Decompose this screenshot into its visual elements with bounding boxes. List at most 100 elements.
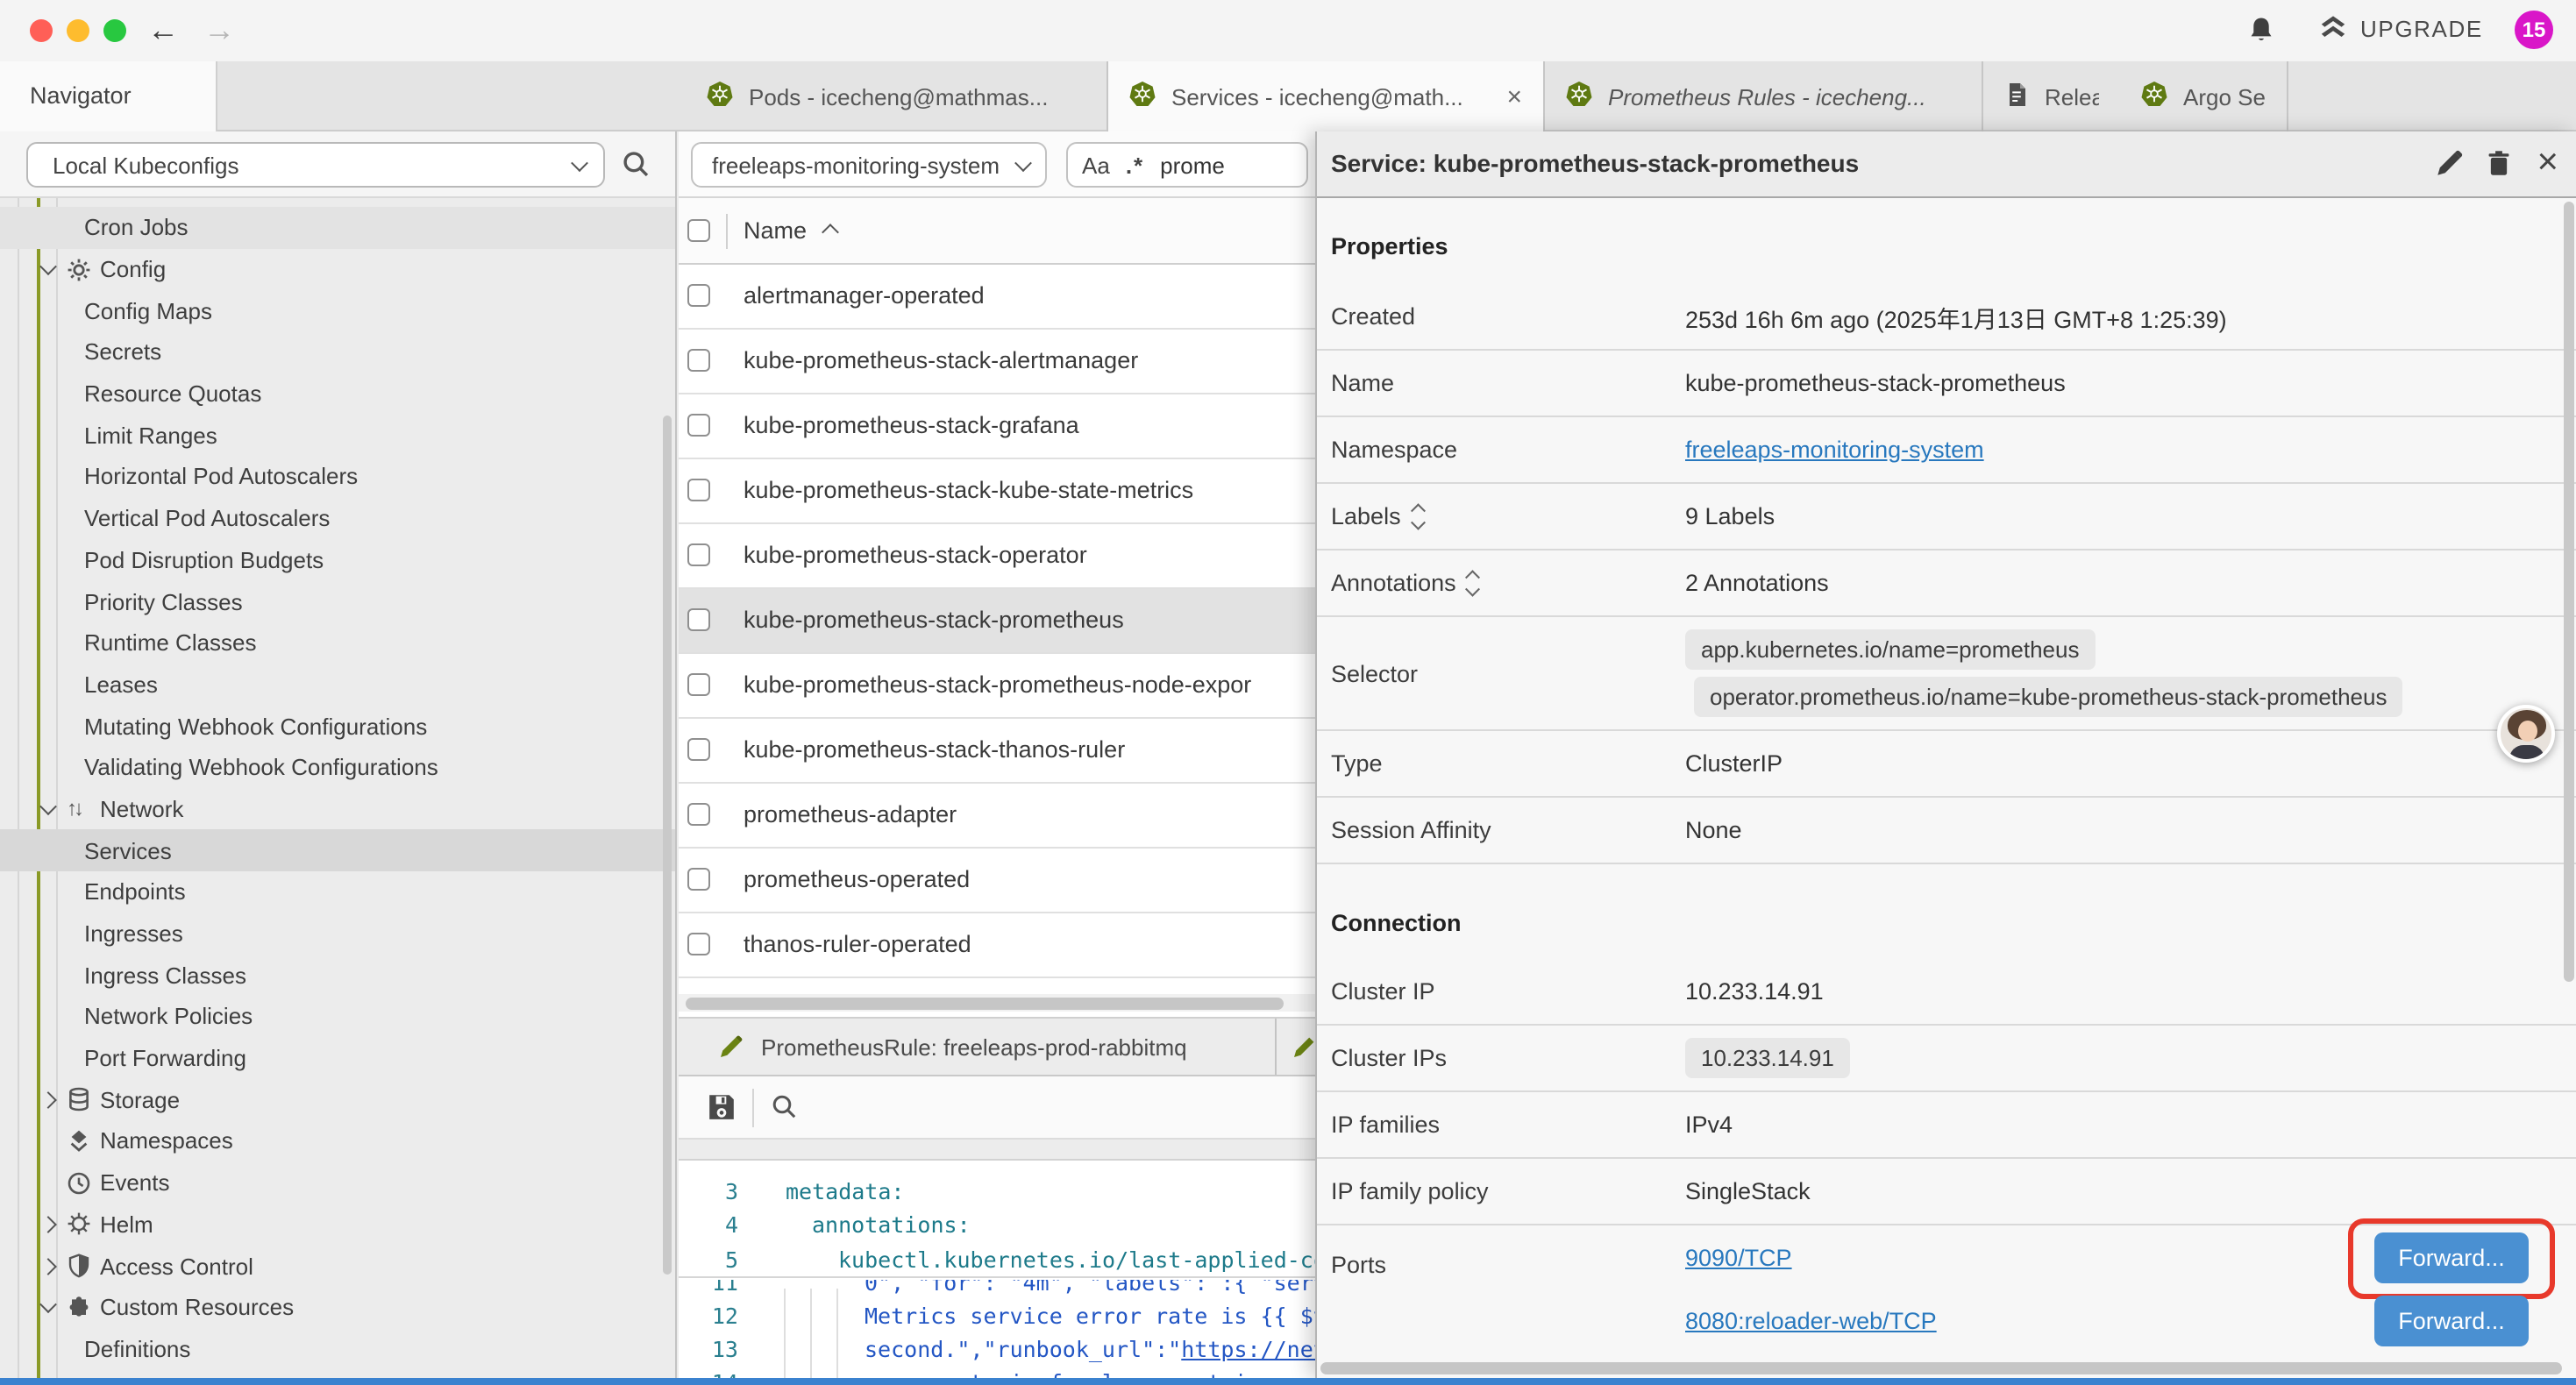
port-link[interactable]: 8080:reloader-web/TCP <box>1685 1295 1937 1346</box>
row-checkbox[interactable] <box>687 803 710 826</box>
table-row[interactable]: kube-prometheus-stack-kube-state-metrics <box>679 459 1315 524</box>
sidebar-item-vertical-pod-autoscalers[interactable]: Vertical Pod Autoscalers <box>0 498 675 539</box>
zoom-window-button[interactable] <box>103 19 126 42</box>
detail-value: IPv4 <box>1685 1112 2576 1138</box>
sidebar-item-events[interactable]: Events <box>0 1162 675 1204</box>
content-tab[interactable]: Release Notes <box>1983 61 2120 131</box>
sidebar-item-config-maps[interactable]: Config Maps <box>0 290 675 331</box>
row-checkbox[interactable] <box>687 284 710 307</box>
sidebar-item-cron-jobs[interactable]: Cron Jobs <box>0 207 675 248</box>
close-window-button[interactable] <box>30 19 53 42</box>
sidebar-item-limit-ranges[interactable]: Limit Ranges <box>0 415 675 456</box>
tab-navigator[interactable]: Navigator <box>0 61 217 131</box>
sidebar-item-priority-classes[interactable]: Priority Classes <box>0 580 675 621</box>
panel-vertical-scrollbar-thumb[interactable] <box>2564 202 2574 982</box>
yaml-editor[interactable]: 3metadata:4annotations:5kubectl.kubernet… <box>679 1161 1315 1378</box>
column-header-name[interactable]: Name <box>744 198 836 265</box>
sidebar-item-mutating-webhook-configurations[interactable]: Mutating Webhook Configurations <box>0 706 675 747</box>
sidebar-scrollbar-thumb[interactable] <box>663 416 672 1275</box>
editor-line: 14error rate in freeleaps metrics ser <box>679 1367 1315 1378</box>
forward-button[interactable]: Forward... <box>2374 1232 2529 1282</box>
sidebar-item-ingresses[interactable]: Ingresses <box>0 913 675 954</box>
match-case-toggle[interactable]: Aa <box>1082 152 1110 178</box>
sidebar-item-access-control[interactable]: Access Control <box>0 1245 675 1286</box>
table-row[interactable]: kube-prometheus-stack-prometheus-node-ex… <box>679 654 1315 719</box>
sidebar-item-port-forwarding[interactable]: Port Forwarding <box>0 1038 675 1079</box>
content-tab[interactable]: Argo Se <box>2120 61 2288 131</box>
sidebar-item-endpoints[interactable]: Endpoints <box>0 871 675 913</box>
content-tab[interactable]: Pods - icecheng@mathmas... <box>686 61 1108 131</box>
filter-input[interactable]: Aa .* prome <box>1066 142 1308 188</box>
sidebar-item-network-policies[interactable]: Network Policies <box>0 996 675 1037</box>
panel-horizontal-scrollbar[interactable] <box>1320 1362 2562 1376</box>
edit-pencil-icon[interactable] <box>2436 149 2464 186</box>
sidebar-item-ingress-classes[interactable]: Ingress Classes <box>0 955 675 996</box>
sidebar-item-network[interactable]: ↑↓ Network <box>0 788 675 829</box>
table-row[interactable]: kube-prometheus-stack-prometheus <box>679 589 1315 654</box>
sidebar-item-custom-resources[interactable]: Custom Resources <box>0 1287 675 1328</box>
sidebar-item-resource-quotas[interactable]: Resource Quotas <box>0 373 675 415</box>
sidebar-item-helm[interactable]: Helm <box>0 1204 675 1245</box>
sort-updown-icon[interactable] <box>1469 572 1478 593</box>
detail-panel-header: Service: kube-prometheus-stack-prometheu… <box>1317 131 2576 198</box>
close-panel-icon[interactable]: × <box>2537 138 2558 188</box>
table-row[interactable]: alertmanager-operated <box>679 265 1315 330</box>
notifications-bell-icon[interactable] <box>2246 16 2276 54</box>
row-checkbox[interactable] <box>687 414 710 437</box>
save-icon[interactable] <box>707 1092 737 1131</box>
row-checkbox[interactable] <box>687 608 710 631</box>
editor-tab[interactable]: PrometheusRule: freeleaps-prod-rabbitmq <box>679 1019 1277 1075</box>
sidebar-item-secrets[interactable]: Secrets <box>0 331 675 373</box>
namespace-link[interactable]: freeleaps-monitoring-system <box>1685 437 1984 463</box>
sidebar-item-horizontal-pod-autoscalers[interactable]: Horizontal Pod Autoscalers <box>0 456 675 497</box>
content-tab[interactable]: Prometheus Rules - icecheng... <box>1545 61 1983 131</box>
sidebar-item-leases[interactable]: Leases <box>0 664 675 705</box>
sort-updown-icon[interactable] <box>1413 506 1423 527</box>
table-row[interactable]: kube-prometheus-stack-operator <box>679 524 1315 589</box>
delete-trash-icon[interactable] <box>2485 149 2513 186</box>
scrollbar-thumb[interactable] <box>686 997 1284 1009</box>
notification-count-badge[interactable]: 15 <box>2515 11 2553 49</box>
list-horizontal-scrollbar[interactable] <box>679 994 1315 1012</box>
regex-toggle[interactable]: .* <box>1126 152 1144 178</box>
forward-button[interactable]: Forward... <box>2374 1295 2529 1346</box>
table-row[interactable]: prometheus-operated <box>679 849 1315 913</box>
search-icon[interactable] <box>621 149 651 188</box>
sidebar-item-definitions[interactable]: Definitions <box>0 1328 675 1369</box>
forward-button[interactable]: → <box>203 9 235 51</box>
sidebar-item-pod-disruption-budgets[interactable]: Pod Disruption Budgets <box>0 539 675 580</box>
row-checkbox[interactable] <box>687 543 710 566</box>
editor-search-icon[interactable] <box>770 1092 798 1129</box>
upgrade-button[interactable]: UPGRADE <box>2318 14 2483 42</box>
namespace-selector[interactable]: freeleaps-monitoring-system <box>691 142 1047 188</box>
sidebar-item-storage[interactable]: Storage <box>0 1079 675 1120</box>
back-button[interactable]: ← <box>147 9 179 51</box>
editor-link[interactable]: https://net <box>1181 1336 1315 1362</box>
sidebar-item-namespaces[interactable]: Namespaces <box>0 1120 675 1161</box>
row-checkbox[interactable] <box>687 868 710 891</box>
editor-tab-partial[interactable] <box>1278 1019 1315 1075</box>
kubeconfig-selector[interactable]: Local Kubeconfigs <box>26 142 605 188</box>
table-row[interactable]: kube-prometheus-stack-grafana <box>679 394 1315 459</box>
kubernetes-icon <box>1129 81 1156 112</box>
user-avatar[interactable] <box>2497 705 2555 763</box>
sidebar-item-validating-webhook-configurations[interactable]: Validating Webhook Configurations <box>0 747 675 788</box>
row-checkbox[interactable] <box>687 479 710 501</box>
minimize-window-button[interactable] <box>67 19 89 42</box>
select-all-checkbox[interactable] <box>687 218 710 241</box>
sidebar-item-config[interactable]: Config <box>0 248 675 289</box>
sidebar-item-runtime-classes[interactable]: Runtime Classes <box>0 622 675 664</box>
table-row[interactable]: thanos-ruler-operated <box>679 913 1315 978</box>
table-row[interactable]: kube-prometheus-stack-alertmanager <box>679 330 1315 394</box>
sidebar-item-services[interactable]: Services <box>0 830 675 871</box>
content-tab[interactable]: Services - icecheng@math... × <box>1108 61 1545 131</box>
scrollbar-thumb[interactable] <box>1320 1362 2562 1374</box>
row-checkbox[interactable] <box>687 349 710 372</box>
row-checkbox[interactable] <box>687 673 710 696</box>
table-row[interactable]: kube-prometheus-stack-thanos-ruler <box>679 719 1315 784</box>
port-link[interactable]: 9090/TCP <box>1685 1232 1792 1282</box>
row-checkbox[interactable] <box>687 738 710 761</box>
tab-close-icon[interactable]: × <box>1506 82 1522 111</box>
row-checkbox[interactable] <box>687 933 710 955</box>
table-row[interactable]: prometheus-adapter <box>679 784 1315 849</box>
